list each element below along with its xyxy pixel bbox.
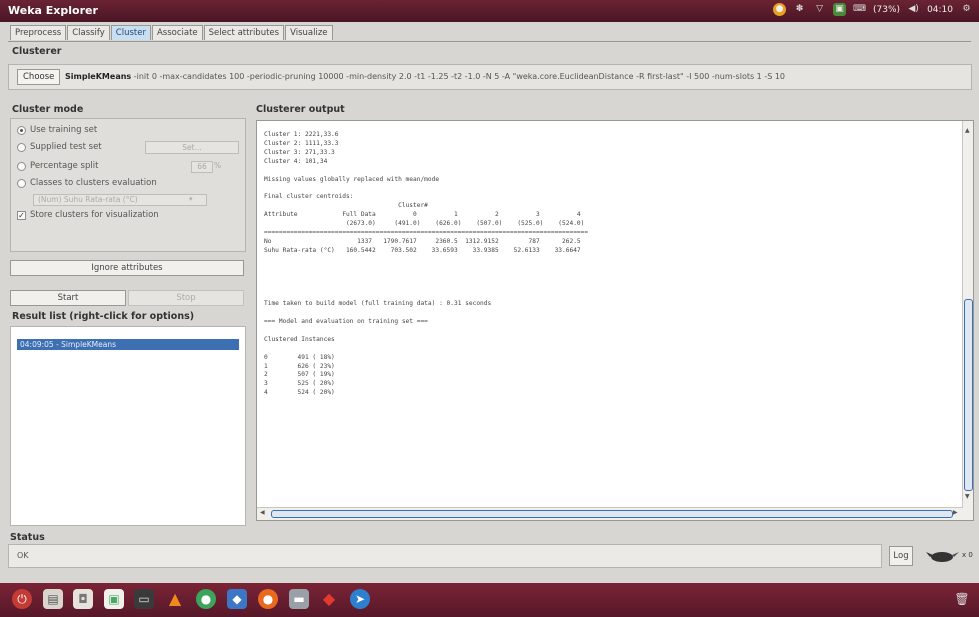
algorithm-options: -init 0 -max-candidates 100 -periodic-pr… bbox=[133, 72, 785, 81]
classes-to-clusters-radio[interactable] bbox=[17, 178, 26, 188]
vlc-icon[interactable]: ▲ bbox=[165, 589, 185, 609]
use-training-radio[interactable] bbox=[17, 125, 26, 135]
clusterer-label: Clusterer bbox=[12, 46, 62, 57]
classes-to-clusters-option[interactable]: Classes to clusters evaluation bbox=[17, 178, 157, 188]
keyboard-icon[interactable]: ⌨ bbox=[853, 3, 866, 16]
ruby-icon[interactable]: ◆ bbox=[319, 589, 339, 609]
result-list-item[interactable]: 04:09:05 - SimpleKMeans bbox=[17, 339, 239, 350]
set-button[interactable]: Set... bbox=[145, 141, 239, 154]
vertical-scrollbar[interactable]: ▲ ▼ bbox=[962, 121, 973, 520]
status-text: OK bbox=[17, 551, 29, 560]
scroll-down-icon[interactable]: ▼ bbox=[965, 493, 970, 500]
telegram-icon[interactable]: ➤ bbox=[350, 589, 370, 609]
algorithm-config[interactable]: SimpleKMeans -init 0 -max-candidates 100… bbox=[65, 72, 785, 81]
chevron-down-icon: ▾ bbox=[189, 195, 193, 203]
weka-icon[interactable]: ◆ bbox=[227, 589, 247, 609]
tab-associate[interactable]: Associate bbox=[151, 25, 203, 40]
algorithm-name: SimpleKMeans bbox=[65, 72, 132, 81]
power-icon[interactable]: ⏻ bbox=[12, 589, 32, 609]
trash-icon[interactable]: 🗑 bbox=[952, 589, 972, 609]
cluster-mode-panel: Use training set Supplied test set Set..… bbox=[10, 118, 246, 252]
volume-icon[interactable]: ◀) bbox=[907, 3, 920, 16]
clusterer-chooser: Choose SimpleKMeans -init 0 -max-candida… bbox=[8, 64, 972, 90]
stop-button[interactable]: Stop bbox=[128, 290, 244, 306]
tab-bar: Preprocess Classify Cluster Associate Se… bbox=[10, 25, 334, 41]
taskbar: ⏻ ▤ ◘ ▣ ▭ ▲ ● ◆ ● ▬ ◆ ➤ 🗑 bbox=[0, 583, 979, 617]
window-titlebar: Weka Explorer ● ✽ ▽ ▣ ⌨ (73%) ◀) 04:10 ⚙ bbox=[0, 0, 979, 22]
folder-icon[interactable]: ▬ bbox=[289, 589, 309, 609]
weka-bird-icon[interactable] bbox=[926, 548, 964, 564]
update-icon[interactable]: ▣ bbox=[833, 3, 847, 16]
tab-select-attributes[interactable]: Select attributes bbox=[203, 25, 285, 40]
classes-to-clusters-label: Classes to clusters evaluation bbox=[30, 178, 157, 188]
percent-sign: % bbox=[214, 161, 222, 170]
clusterer-output-label: Clusterer output bbox=[256, 104, 345, 115]
chrome-tray-icon[interactable]: ● bbox=[773, 3, 787, 16]
tab-cluster[interactable]: Cluster bbox=[110, 25, 151, 40]
percent-field[interactable]: 66 bbox=[191, 161, 213, 173]
bag-icon[interactable]: ◘ bbox=[73, 589, 93, 609]
use-training-option[interactable]: Use training set bbox=[17, 125, 97, 135]
power-settings-icon[interactable]: ⚙ bbox=[960, 3, 973, 16]
horizontal-scroll-thumb[interactable] bbox=[271, 510, 953, 518]
settings-tray-icon[interactable]: ✽ bbox=[793, 3, 806, 16]
status-bar: OK bbox=[8, 544, 882, 568]
clock[interactable]: 04:10 bbox=[927, 5, 953, 15]
system-tray: ● ✽ ▽ ▣ ⌨ (73%) ◀) 04:10 ⚙ bbox=[773, 3, 973, 16]
status-label: Status bbox=[10, 532, 45, 543]
horizontal-scrollbar[interactable]: ◀ ▶ bbox=[257, 507, 963, 520]
task-count: x 0 bbox=[962, 551, 973, 559]
wifi-icon[interactable]: ▽ bbox=[813, 3, 826, 16]
store-clusters-checkbox[interactable]: ✓ bbox=[17, 210, 26, 220]
cluster-mode-label: Cluster mode bbox=[12, 104, 84, 115]
files-icon[interactable]: ▤ bbox=[43, 589, 63, 609]
start-button[interactable]: Start bbox=[10, 290, 126, 306]
choose-button[interactable]: Choose bbox=[17, 69, 61, 85]
document-icon[interactable]: ▣ bbox=[104, 589, 124, 609]
battery-indicator[interactable]: (73%) bbox=[873, 5, 900, 15]
tab-preprocess[interactable]: Preprocess bbox=[10, 25, 67, 40]
output-text: Cluster 1: 2221,33.6 Cluster 2: 1111,33.… bbox=[264, 131, 589, 397]
chrome-icon[interactable]: ● bbox=[196, 589, 216, 609]
window-title: Weka Explorer bbox=[8, 4, 98, 17]
use-training-label: Use training set bbox=[30, 125, 98, 135]
tab-divider bbox=[8, 41, 971, 42]
tab-visualize[interactable]: Visualize bbox=[285, 25, 333, 40]
supplied-test-radio[interactable] bbox=[17, 142, 26, 152]
vertical-scroll-thumb[interactable] bbox=[964, 299, 973, 491]
tab-classify[interactable]: Classify bbox=[67, 25, 110, 40]
result-list: 04:09:05 - SimpleKMeans bbox=[10, 326, 246, 526]
clusterer-output[interactable]: Cluster 1: 2221,33.6 Cluster 2: 1111,33.… bbox=[256, 120, 974, 521]
supplied-test-label: Supplied test set bbox=[30, 142, 102, 152]
percentage-split-radio[interactable] bbox=[17, 161, 26, 171]
class-select[interactable]: (Num) Suhu Rata-rata (°C) bbox=[33, 194, 207, 206]
store-clusters-option[interactable]: ✓ Store clusters for visualization bbox=[17, 210, 159, 220]
percentage-split-label: Percentage split bbox=[30, 161, 99, 171]
store-clusters-label: Store clusters for visualization bbox=[30, 210, 159, 220]
terminal-icon[interactable]: ▭ bbox=[134, 589, 154, 609]
supplied-test-option[interactable]: Supplied test set bbox=[17, 142, 102, 152]
percentage-split-option[interactable]: Percentage split bbox=[17, 161, 98, 171]
log-button[interactable]: Log bbox=[889, 546, 913, 566]
scroll-right-icon[interactable]: ▶ bbox=[953, 509, 958, 516]
firefox-icon[interactable]: ● bbox=[258, 589, 278, 609]
ignore-attributes-button[interactable]: Ignore attributes bbox=[10, 260, 244, 276]
scroll-left-icon[interactable]: ◀ bbox=[260, 509, 265, 516]
scroll-up-icon[interactable]: ▲ bbox=[965, 127, 970, 134]
result-list-label: Result list (right-click for options) bbox=[12, 311, 195, 322]
